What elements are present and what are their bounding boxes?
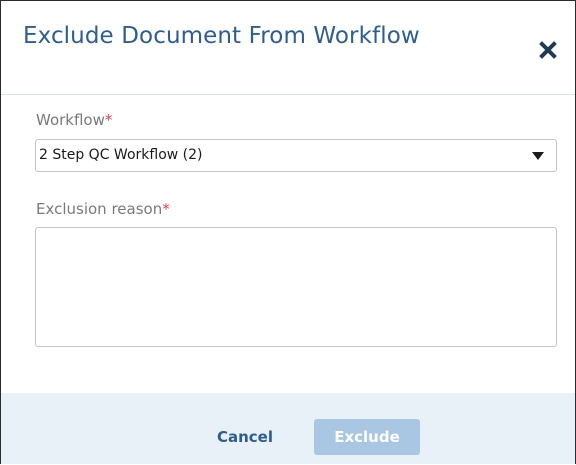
dialog-footer: Cancel Exclude — [1, 393, 575, 464]
dialog-header: Exclude Document From Workflow — [1, 1, 575, 95]
exclusion-reason-label: Exclusion reason* — [36, 200, 170, 218]
caret-down-icon — [532, 152, 544, 160]
exclude-document-dialog: Exclude Document From Workflow Workflow*… — [0, 0, 576, 464]
close-icon — [539, 41, 557, 59]
dialog-title: Exclude Document From Workflow — [23, 23, 420, 49]
exclude-button[interactable]: Exclude — [314, 419, 420, 455]
exclusion-reason-textarea[interactable] — [35, 227, 557, 347]
workflow-selected-value: 2 Step QC Workflow (2) — [39, 147, 203, 163]
required-marker: * — [162, 200, 170, 218]
close-button[interactable] — [539, 41, 557, 59]
required-marker: * — [104, 111, 113, 129]
cancel-button[interactable]: Cancel — [197, 419, 293, 455]
workflow-label-text: Workflow — [36, 111, 105, 129]
exclusion-reason-label-text: Exclusion reason — [36, 200, 163, 218]
workflow-select[interactable]: 2 Step QC Workflow (2) — [35, 139, 557, 172]
workflow-label: Workflow* — [36, 111, 112, 129]
